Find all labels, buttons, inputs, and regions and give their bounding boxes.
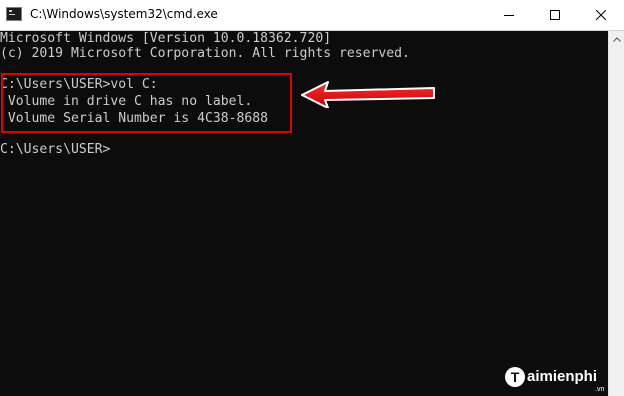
watermark-logo: T [505, 367, 525, 387]
watermark: T aimienphi .vn [505, 363, 621, 393]
minimize-icon [504, 15, 514, 16]
close-icon [596, 10, 606, 20]
vertical-scrollbar[interactable] [608, 31, 624, 396]
maximize-button[interactable] [532, 0, 578, 30]
highlight-box [1, 73, 292, 133]
scroll-up-button[interactable] [609, 31, 624, 47]
console-icon [6, 7, 22, 21]
watermark-domain: .vn [595, 386, 605, 393]
minimize-button[interactable] [486, 0, 532, 30]
console-line: (c) 2019 Microsoft Corporation. All righ… [0, 46, 410, 61]
console-prompt: C:\Users\USER> [0, 142, 111, 157]
maximize-icon [550, 10, 560, 20]
watermark-text: aimienphi [527, 368, 598, 385]
title-bar: C:\Windows\system32\cmd.exe [0, 0, 624, 31]
chevron-up-icon [613, 36, 621, 42]
close-button[interactable] [578, 0, 624, 30]
arrow-left-icon [301, 81, 435, 108]
window-title: C:\Windows\system32\cmd.exe [30, 7, 218, 21]
